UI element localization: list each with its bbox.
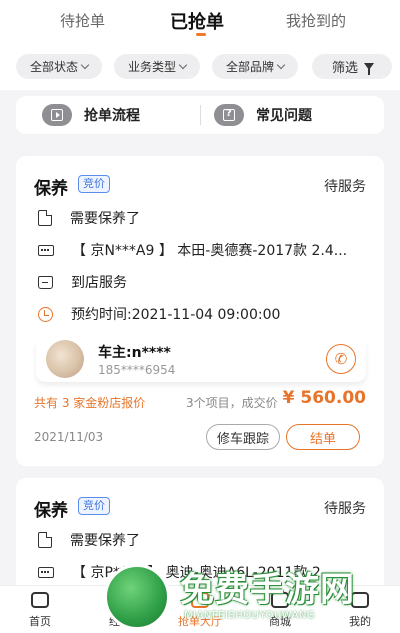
filter-button[interactable]: 筛选 [312, 54, 392, 79]
bid-badge: 竞价 [78, 497, 110, 515]
funnel-icon [364, 63, 375, 75]
track-repair-button[interactable]: 修车跟踪 [206, 424, 280, 450]
deal-price: ¥ 560.00 [282, 388, 366, 408]
vehicle-text: 【 京N***A9 】 本田-奥德赛-2017款 2.4... [72, 243, 348, 259]
owner-name: 车主:n**** [98, 345, 171, 361]
owner-panel: 车主:n**** 185****6954 ✆ [36, 338, 366, 382]
watermark: 免费手游网 MIANFEISHOUYOUWANG [100, 560, 400, 633]
call-button[interactable]: ✆ [326, 344, 356, 374]
plate-icon [38, 244, 54, 256]
brand-filter-label: 全部品牌 [225, 60, 274, 74]
active-tab-indicator [196, 33, 206, 36]
shop-icon [38, 275, 53, 289]
owner-phone: 185****6954 [98, 363, 176, 377]
question-icon: ? [214, 104, 244, 126]
plate-icon [38, 566, 54, 578]
order-card[interactable]: 保养 竞价 待服务 需要保养了 【 京N***A9 】 本田-奥德赛-2017款… [16, 156, 384, 466]
chevron-down-icon [276, 60, 286, 70]
filter-button-label: 筛选 [332, 61, 359, 76]
need-row: 需要保养了 [38, 530, 140, 550]
order-date: 2021/11/03 [34, 430, 104, 444]
filter-bar: 全部状态 业务类型 全部品牌 筛选 [0, 44, 400, 90]
status-text: 待服务 [324, 501, 366, 517]
phone-icon: ✆ [334, 350, 348, 368]
vehicle-row: 【 京N***A9 】 本田-奥德赛-2017款 2.4... [38, 240, 347, 260]
service-mode-text: 到店服务 [71, 275, 127, 291]
chevron-down-icon [80, 60, 90, 70]
home-icon [31, 592, 49, 608]
faq-link-label: 常见问题 [256, 108, 312, 124]
close-order-button[interactable]: 结单 [286, 424, 360, 450]
top-tabs: 待抢单 已抢单 我抢到的 [0, 0, 400, 44]
bid-badge: 竞价 [78, 175, 110, 193]
service-mode-row: 到店服务 [38, 272, 127, 292]
business-type-filter[interactable]: 业务类型 [114, 54, 200, 79]
clock-icon [38, 306, 53, 322]
nav-home-label: 首页 [29, 615, 51, 628]
tab-grabbed[interactable]: 已抢单 [170, 8, 224, 34]
tab-mine[interactable]: 我抢到的 [286, 10, 346, 31]
document-icon [38, 210, 52, 226]
watermark-logo [104, 564, 170, 630]
status-filter-label: 全部状态 [29, 60, 78, 74]
document-icon [38, 532, 52, 548]
service-type: 保养 [34, 179, 68, 199]
quick-links: 抢单流程 ? 常见问题 [16, 96, 384, 134]
need-text: 需要保养了 [70, 211, 140, 227]
watermark-title: 免费手游网 [180, 570, 355, 610]
nav-home[interactable]: 首页 [10, 592, 70, 629]
quote-info: 共有 3 家金粉店报价 [34, 396, 146, 410]
process-link-label: 抢单流程 [84, 108, 140, 124]
need-text: 需要保养了 [70, 533, 140, 549]
watermark-subtitle: MIANFEISHOUYOUWANG [184, 610, 316, 621]
need-row: 需要保养了 [38, 208, 140, 228]
appointment-text: 预约时间:2021-11-04 09:00:00 [71, 307, 281, 323]
appointment-row: 预约时间:2021-11-04 09:00:00 [38, 304, 280, 324]
tab-pending[interactable]: 待抢单 [60, 10, 105, 31]
chevron-down-icon [178, 60, 188, 70]
brand-filter[interactable]: 全部品牌 [212, 54, 298, 79]
process-link[interactable]: 抢单流程 [42, 104, 140, 126]
video-icon [42, 104, 72, 126]
business-type-label: 业务类型 [127, 60, 176, 74]
faq-link[interactable]: ? 常见问题 [214, 104, 312, 126]
service-type: 保养 [34, 501, 68, 521]
divider [200, 105, 201, 125]
status-text: 待服务 [324, 179, 366, 195]
deal-summary: 3个项目，成交价 [186, 396, 278, 410]
status-filter[interactable]: 全部状态 [16, 54, 102, 79]
avatar [46, 340, 84, 378]
